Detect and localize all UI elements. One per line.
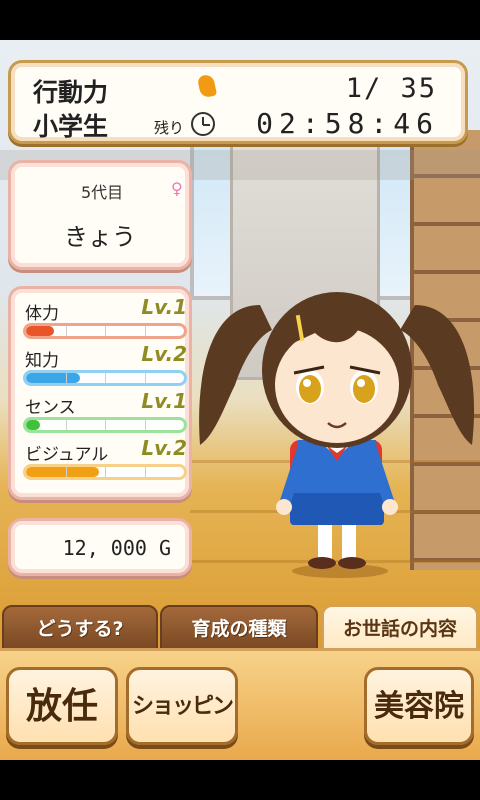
stats-panel: 体力 Lv.1 知力 Lv.2 センス Lv.1 ビジュアル Lv.2 — [8, 286, 192, 500]
grade-label: 小学生 — [33, 112, 109, 141]
action-points-value: 1/ 35 — [345, 73, 437, 104]
generation-label: 5代目 — [81, 183, 124, 202]
character-portrait — [199, 292, 475, 578]
command-area: 放任 ショッピング 美容院 — [0, 648, 480, 793]
money-value: 12, 000 G — [62, 536, 171, 560]
game-screen: 行動力 1/ 35 小学生 残り 02:58:46 5代目 ♀ きょう 体力 L… — [0, 0, 480, 800]
bar-tick — [65, 373, 67, 383]
clock-icon — [191, 112, 215, 136]
bar-tick — [105, 420, 106, 430]
bar-tick — [144, 373, 146, 383]
stat-bar — [23, 417, 187, 433]
character-name: きょう — [64, 223, 136, 251]
stat-level: Lv.1 — [141, 295, 187, 319]
stat-bar — [23, 370, 187, 386]
stat-stamina: 体力 Lv.1 — [21, 295, 187, 345]
bar-tick — [65, 326, 67, 336]
stat-level: Lv.1 — [141, 389, 187, 413]
tab-what-to-do[interactable]: どうする? — [2, 605, 158, 651]
stat-level: Lv.2 — [141, 342, 187, 366]
tab-care-content[interactable]: お世話の内容 — [322, 605, 478, 653]
action-point-icon — [196, 73, 218, 99]
bar-tick — [105, 373, 106, 383]
stat-intelligence: 知力 Lv.2 — [21, 342, 187, 392]
status-bar — [0, 0, 480, 40]
navigation-bar — [0, 760, 480, 800]
bar-tick — [105, 467, 106, 477]
leave-alone-button[interactable]: 放任 — [6, 667, 118, 745]
stat-bar-fill — [26, 326, 55, 336]
stat-bar-fill — [26, 420, 41, 430]
stat-sense: センス Lv.1 — [21, 389, 187, 439]
stat-bar — [23, 323, 187, 339]
action-points-label: 行動力 — [33, 78, 109, 107]
profile-panel: 5代目 ♀ きょう — [8, 160, 192, 270]
female-icon: ♀ — [171, 179, 183, 198]
remaining-label: 残り — [154, 119, 185, 137]
stat-bar — [23, 464, 187, 480]
bar-tick — [144, 467, 146, 477]
stat-label: センス — [25, 398, 76, 418]
stat-bar-fill — [26, 467, 99, 477]
stat-level: Lv.2 — [141, 436, 187, 460]
tab-bar: どうする? 育成の種類 お世話の内容 — [0, 605, 480, 653]
bar-tick — [144, 420, 146, 430]
stat-label: ビジュアル — [25, 445, 109, 465]
stat-label: 体力 — [25, 304, 59, 324]
tab-training-type[interactable]: 育成の種類 — [160, 605, 318, 651]
stat-label: 知力 — [25, 351, 59, 371]
bar-tick — [144, 326, 146, 336]
bar-tick — [65, 467, 67, 477]
countdown-timer: 02:58:46 — [256, 107, 439, 140]
beauty-salon-button[interactable]: 美容院 — [364, 667, 474, 745]
bar-tick — [65, 420, 67, 430]
stat-bar-fill — [26, 373, 80, 383]
shopping-button[interactable]: ショッピング — [126, 667, 238, 793]
status-panel: 行動力 1/ 35 小学生 残り 02:58:46 — [8, 60, 468, 144]
stat-visual: ビジュアル Lv.2 — [21, 436, 187, 486]
bar-tick — [105, 326, 106, 336]
money-panel: 12, 000 G — [8, 518, 192, 576]
